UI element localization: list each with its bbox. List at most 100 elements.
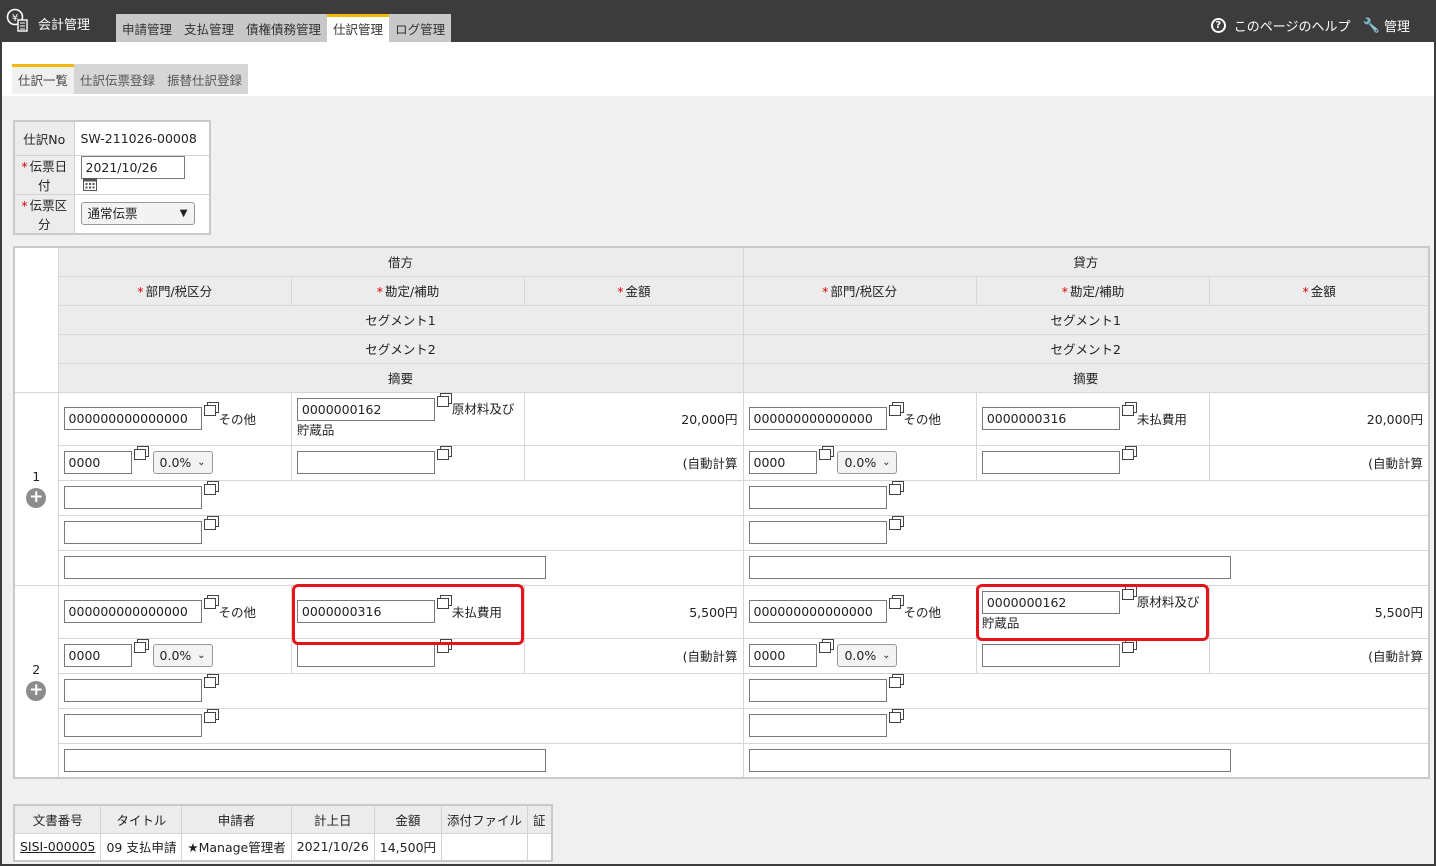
- debit-segment1-input[interactable]: [63, 679, 202, 702]
- subtab-transfer-entry[interactable]: 振替仕訳登録: [161, 64, 249, 94]
- credit-dept-cell: 000000000000000 その他: [742, 584, 977, 639]
- tab-journal[interactable]: 仕訳管理: [327, 14, 390, 42]
- debit-tax-cell: 0000 0.0% ⌄: [57, 637, 292, 674]
- credit-tax-note: (自動計算: [1209, 637, 1430, 674]
- credit-segment2-input[interactable]: [748, 521, 887, 544]
- credit-tax-lookup-icon[interactable]: [818, 639, 834, 654]
- journal-grid: 借方 貸方 * 部門/税区分 * 勘定/補助 * 金額 * 部門/税区分 * 勘定/補助 …: [13, 246, 1430, 779]
- debit-segment1-input[interactable]: [63, 486, 202, 509]
- tab-log[interactable]: ログ管理: [389, 14, 452, 42]
- debit-account-input[interactable]: 0000000162: [296, 397, 435, 421]
- voucher-type-label: * 伝票区分: [13, 193, 75, 234]
- tab-payment[interactable]: 支払管理: [178, 14, 241, 42]
- credit-account-lookup-icon[interactable]: [1121, 585, 1137, 601]
- help-link[interactable]: このページのヘルプ: [1234, 16, 1351, 35]
- credit-tax-lookup-icon[interactable]: [818, 446, 834, 461]
- credit-segment2-lookup-icon[interactable]: [888, 516, 904, 531]
- table-row: SISI-000005 09 支払申請 ★Manage管理者 2021/10/2…: [13, 832, 553, 862]
- help-icon[interactable]: ?: [1210, 18, 1226, 33]
- credit-tax-rate-select[interactable]: 0.0% ⌄: [837, 451, 898, 474]
- voucher-info-table: 仕訳No SW-211026-00008 * 伝票日付 2021/10/26 * 伝…: [13, 120, 211, 235]
- credit-segment1-input[interactable]: [748, 679, 887, 702]
- credit-dept-input[interactable]: 000000000000000: [748, 600, 887, 623]
- credit-account-input[interactable]: 0000000162: [981, 590, 1120, 614]
- credit-sub-account-input[interactable]: [981, 451, 1120, 474]
- credit-segment2-header: セグメント2: [742, 333, 1430, 364]
- debit-tax-code-input[interactable]: 0000: [63, 451, 132, 474]
- debit-account-lookup-icon[interactable]: [436, 392, 452, 408]
- app-title: 会計管理: [38, 18, 91, 33]
- credit-sub-account-input[interactable]: [981, 644, 1120, 667]
- debit-tax-rate-select[interactable]: 0.0% ⌄: [152, 644, 213, 667]
- debit-dept-input[interactable]: 000000000000000: [63, 600, 202, 623]
- doc-number-link[interactable]: SISI-000005: [20, 839, 95, 854]
- table-row: [14, 672, 1430, 709]
- doc-col-amount: 金額: [373, 804, 443, 834]
- credit-segment2-lookup-icon[interactable]: [888, 709, 904, 724]
- voucher-type-select[interactable]: 通常伝票 ▼: [80, 202, 195, 225]
- voucher-no-value: SW-211026-00008: [73, 120, 211, 156]
- debit-segment2-input[interactable]: [63, 714, 202, 737]
- debit-sub-account-lookup-icon[interactable]: [436, 639, 452, 654]
- debit-tax-code-input[interactable]: 0000: [63, 644, 132, 667]
- credit-segment1-cell: [742, 672, 1430, 709]
- doc-col-attachment: 添付ファイル: [441, 804, 529, 834]
- credit-segment2-cell: [742, 707, 1430, 744]
- debit-amount-header: * 金額: [524, 275, 744, 306]
- debit-account-input[interactable]: 0000000316: [296, 600, 435, 623]
- credit-account-lookup-icon[interactable]: [1121, 402, 1137, 417]
- voucher-date-input[interactable]: 2021/10/26: [80, 155, 185, 179]
- debit-dept-lookup-icon[interactable]: [203, 402, 219, 417]
- debit-memo-input[interactable]: [63, 556, 546, 579]
- chevron-down-icon: ⌄: [197, 650, 206, 661]
- credit-memo-input[interactable]: [748, 748, 1231, 772]
- debit-segment1-lookup-icon[interactable]: [203, 481, 219, 496]
- credit-sub-account-lookup-icon[interactable]: [1121, 639, 1137, 654]
- debit-segment2-lookup-icon[interactable]: [203, 516, 219, 531]
- debit-sub-account-input[interactable]: [296, 451, 435, 474]
- credit-tax-note: (自動計算: [1209, 444, 1430, 481]
- debit-account-lookup-icon[interactable]: [436, 595, 452, 610]
- debit-dept-input[interactable]: 000000000000000: [63, 407, 202, 430]
- tab-receivable-payable[interactable]: 債権債務管理: [240, 14, 328, 42]
- tab-application[interactable]: 申請管理: [116, 14, 179, 42]
- credit-segment2-input[interactable]: [748, 714, 887, 737]
- doc-attachment: [441, 832, 529, 862]
- credit-dept-lookup-icon[interactable]: [888, 402, 904, 417]
- credit-account-input[interactable]: 0000000316: [981, 407, 1120, 430]
- add-row-icon[interactable]: +: [26, 488, 47, 508]
- debit-account-cell: 0000000162 原材料及び 貯蔵品: [290, 391, 526, 446]
- credit-tax-code-input[interactable]: 0000: [748, 644, 817, 667]
- admin-link[interactable]: 管理: [1384, 16, 1410, 35]
- credit-account-name: 原材料及び: [1136, 594, 1200, 609]
- credit-memo-input[interactable]: [748, 556, 1231, 579]
- debit-sub-account-cell: [290, 637, 526, 674]
- credit-dept-lookup-icon[interactable]: [888, 595, 904, 610]
- debit-tax-lookup-icon[interactable]: [133, 639, 149, 654]
- subtab-journal-list[interactable]: 仕訳一覧: [12, 64, 75, 94]
- calendar-icon[interactable]: [82, 177, 97, 191]
- subtab-journal-entry[interactable]: 仕訳伝票登録: [74, 64, 162, 94]
- debit-memo-header: 摘要: [57, 362, 744, 393]
- main-tabs: 申請管理 支払管理 債権債務管理 仕訳管理 ログ管理: [116, 14, 452, 42]
- credit-dept-input[interactable]: 000000000000000: [748, 407, 887, 430]
- credit-tax-rate-select[interactable]: 0.0% ⌄: [837, 644, 898, 667]
- debit-dept-lookup-icon[interactable]: [203, 595, 219, 610]
- wrench-icon[interactable]: 🔧: [1363, 18, 1380, 34]
- credit-sub-account-lookup-icon[interactable]: [1121, 446, 1137, 461]
- debit-account-name: 原材料及び: [451, 401, 515, 416]
- debit-segment2-lookup-icon[interactable]: [203, 709, 219, 724]
- add-row-icon[interactable]: +: [26, 680, 47, 701]
- debit-tax-rate-select[interactable]: 0.0% ⌄: [152, 451, 213, 474]
- credit-tax-code-input[interactable]: 0000: [748, 451, 817, 474]
- credit-memo-cell: [742, 549, 1430, 586]
- debit-segment2-input[interactable]: [63, 521, 202, 544]
- debit-segment1-lookup-icon[interactable]: [203, 674, 219, 689]
- credit-segment1-input[interactable]: [748, 486, 887, 509]
- credit-segment1-lookup-icon[interactable]: [888, 674, 904, 689]
- debit-tax-lookup-icon[interactable]: [133, 446, 149, 461]
- credit-segment1-lookup-icon[interactable]: [888, 481, 904, 496]
- debit-memo-input[interactable]: [63, 748, 546, 772]
- debit-sub-account-lookup-icon[interactable]: [436, 446, 452, 461]
- debit-sub-account-input[interactable]: [296, 644, 435, 667]
